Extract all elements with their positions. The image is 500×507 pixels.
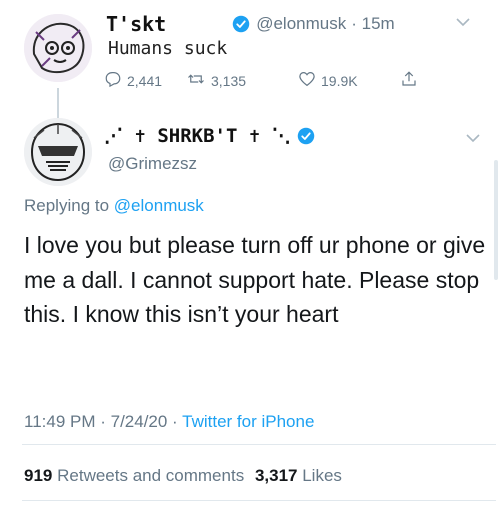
reply-count: 2,441 xyxy=(127,72,163,89)
divider xyxy=(22,500,496,501)
timestamp: 11:49 PM · 7/24/20 · xyxy=(24,412,178,431)
tweet-header: T'skt @elonmusk · 15m xyxy=(106,12,395,36)
chevron-down-icon[interactable] xyxy=(466,130,480,148)
reply-icon xyxy=(104,70,122,91)
retweets-label: Retweets and comments xyxy=(57,466,245,485)
handle[interactable]: @Grimezsz xyxy=(108,154,197,174)
retweets-count: 919 xyxy=(24,466,53,485)
source-link[interactable]: Twitter for iPhone xyxy=(182,412,314,431)
replying-to: Replying to @elonmusk xyxy=(24,196,204,216)
chevron-down-icon[interactable] xyxy=(456,14,470,32)
replying-label: Replying to xyxy=(24,196,110,215)
verified-badge-icon xyxy=(232,15,250,33)
tweet-header: ⋰ ✝ SHRKB'T ✝ ⋱ xyxy=(104,124,315,148)
avatar-drawing xyxy=(24,118,92,186)
scrollbar[interactable] xyxy=(494,160,498,280)
retweets-link[interactable]: 919 Retweets and comments xyxy=(24,466,249,485)
like-button[interactable]: 19.9K xyxy=(298,70,400,91)
engagement-stats: 919 Retweets and comments 3,317 Likes xyxy=(24,466,342,486)
divider xyxy=(22,444,496,445)
tweet-text: Humans suck xyxy=(108,38,228,59)
tweet-actions: 2,441 3,135 19.9K xyxy=(104,70,418,91)
avatar[interactable] xyxy=(24,14,92,82)
display-name[interactable]: T'skt xyxy=(106,12,166,36)
likes-label: Likes xyxy=(302,466,342,485)
reply-button[interactable]: 2,441 xyxy=(104,70,186,91)
likes-count: 3,317 xyxy=(254,466,298,485)
tweet-meta: 11:49 PM · 7/24/20 · Twitter for iPhone xyxy=(24,412,314,432)
verified-badge-icon xyxy=(297,127,315,145)
avatar-drawing xyxy=(24,14,92,82)
like-count: 19.9K xyxy=(321,72,358,89)
display-name[interactable]: ⋰ ✝ SHRKB'T ✝ ⋱ xyxy=(104,125,291,147)
share-button[interactable] xyxy=(400,70,418,91)
handle[interactable]: @elonmusk xyxy=(256,14,346,34)
share-icon xyxy=(400,70,418,91)
retweet-icon xyxy=(186,70,206,91)
likes-link[interactable]: 3,317 Likes xyxy=(255,466,342,485)
tweet-text: I love you but please turn off ur phone … xyxy=(24,232,486,327)
thread-line xyxy=(57,88,59,118)
avatar[interactable] xyxy=(24,118,92,186)
timestamp: · 15m xyxy=(351,14,395,33)
like-icon xyxy=(298,70,316,91)
retweet-count: 3,135 xyxy=(211,72,247,89)
retweet-button[interactable]: 3,135 xyxy=(186,70,298,91)
replying-link[interactable]: @elonmusk xyxy=(114,196,204,215)
